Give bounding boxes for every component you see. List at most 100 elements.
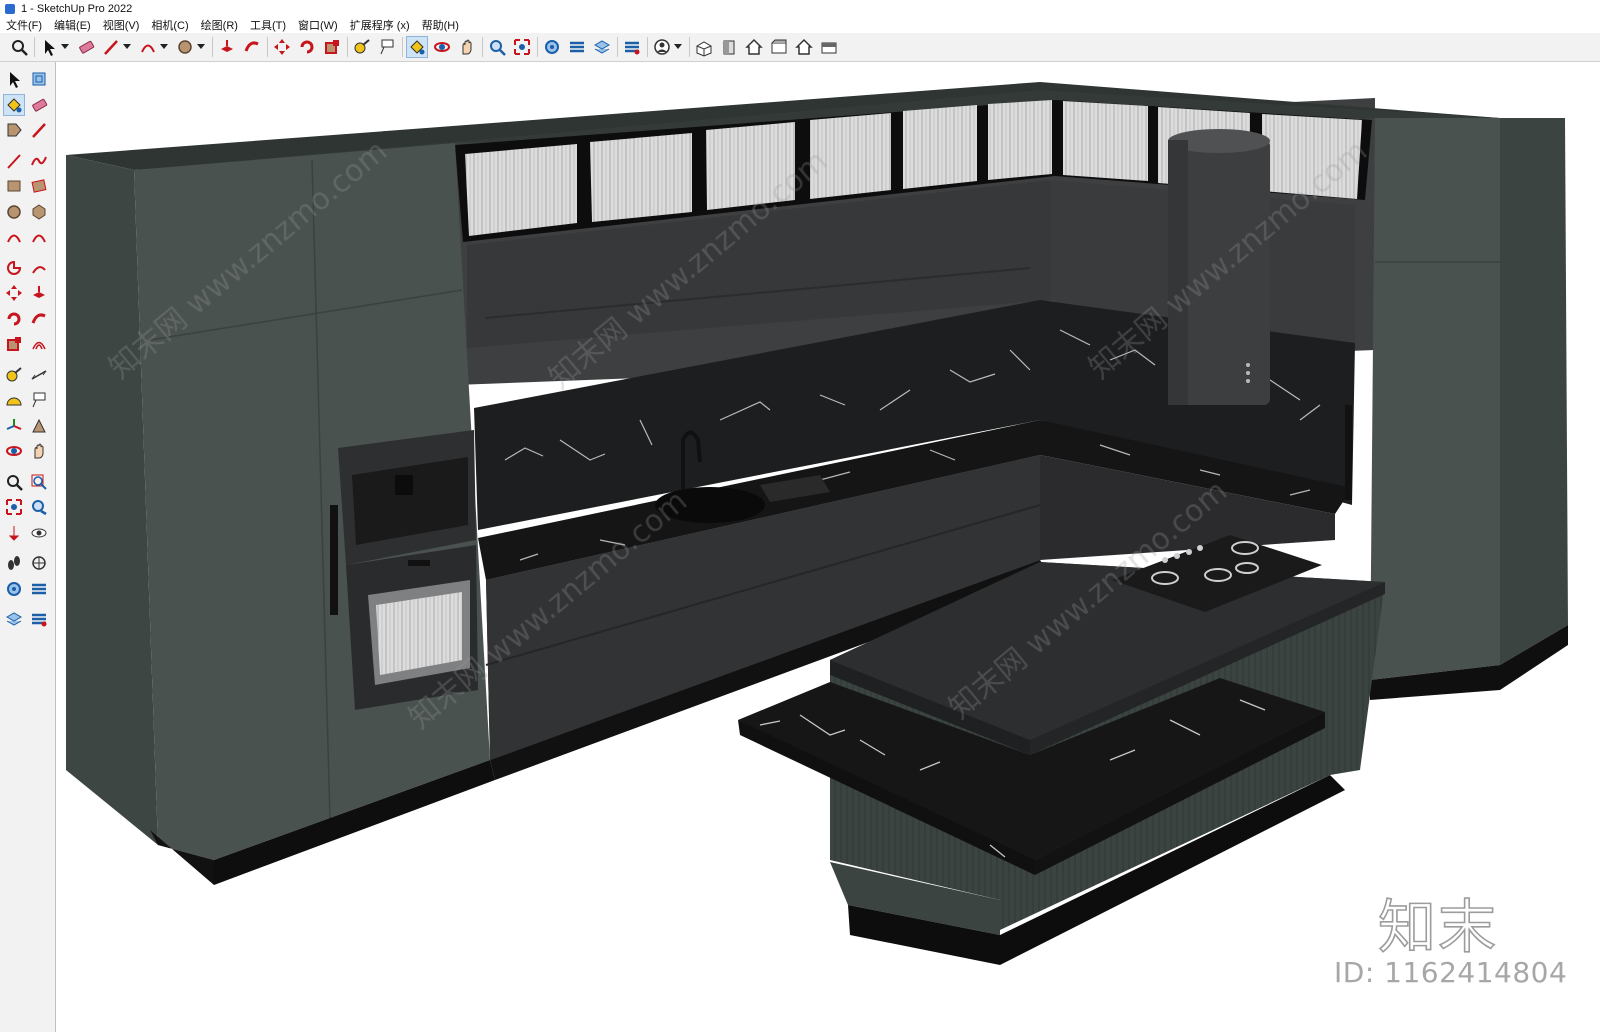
menu-item[interactable]: 编辑(E) [48,17,97,33]
profile-icon[interactable] [651,36,673,58]
rectangle-icon[interactable] [3,175,25,197]
move-icon[interactable] [3,282,25,304]
zoom-icon[interactable] [8,36,30,58]
tags-icon[interactable] [566,36,588,58]
menu-item[interactable]: 窗口(W) [292,17,344,33]
toolbar-separator [617,37,618,57]
pencil-line-icon[interactable] [100,36,122,58]
watermark-id: ID: 1162414804 [1334,956,1568,989]
toolbar-separator [34,37,35,57]
position-camera-icon[interactable] [3,522,25,544]
model-viewport[interactable]: 知末网 www.znzmo.com 知末网 www.znzmo.com 知末网 … [56,62,1600,1032]
menu-item[interactable]: 绘图(R) [195,17,244,33]
watermark-logo: 知末 [1377,892,1499,962]
zoom-extents-icon[interactable] [511,36,533,58]
pie-icon[interactable] [3,257,25,279]
right-cabinet-handle [1345,405,1352,500]
tape-measure-icon[interactable] [351,36,373,58]
menu-item[interactable]: 工具(T) [244,17,292,33]
rotated-rectangle-icon[interactable] [28,175,50,197]
push-pull-icon[interactable] [216,36,238,58]
select-icon[interactable] [38,36,60,58]
scale-icon[interactable] [321,36,343,58]
arc-icon[interactable] [137,36,159,58]
previous-view-icon[interactable] [28,496,50,518]
dropdown-arrow-icon[interactable] [674,44,682,49]
orbit-icon[interactable] [3,440,25,462]
kitchen-model: 知末网 www.znzmo.com 知末网 www.znzmo.com 知末网 … [66,82,1568,965]
toolbar-separator [647,37,648,57]
dropdown-arrow-icon[interactable] [123,44,131,49]
home-view-icon[interactable] [743,36,765,58]
left-view-icon[interactable] [818,36,840,58]
dropdown-arrow-icon[interactable] [160,44,168,49]
top-toolbar [0,33,1600,62]
text-label-icon[interactable] [376,36,398,58]
dropdown-arrow-icon[interactable] [61,44,69,49]
menu-item[interactable]: 视图(V) [97,17,146,33]
tag-tool-icon[interactable] [3,119,25,141]
look-around-icon[interactable] [28,522,50,544]
dropdown-arrow-icon[interactable] [197,44,205,49]
protractor-icon[interactable] [3,389,25,411]
left-toolbar [0,62,56,1032]
text-icon[interactable] [28,389,50,411]
rotate-icon[interactable] [296,36,318,58]
back-view-icon[interactable] [793,36,815,58]
circle-icon[interactable] [3,201,25,223]
scale-icon[interactable] [3,333,25,355]
zoom-window-icon[interactable] [28,471,50,493]
menu-item[interactable]: 扩展程序 (x) [344,17,416,33]
toolbar-separator [537,37,538,57]
section-plane-icon[interactable] [28,552,50,574]
follow-me-icon[interactable] [241,36,263,58]
circle-icon[interactable] [174,36,196,58]
styles-icon[interactable] [621,36,643,58]
move-icon[interactable] [271,36,293,58]
tags-icon[interactable] [28,578,50,600]
make-component-icon[interactable] [28,68,50,90]
walk-icon[interactable] [3,552,25,574]
rotate-icon[interactable] [3,308,25,330]
toolbar-separator [212,37,213,57]
pan-icon[interactable] [28,440,50,462]
menu-item[interactable]: 帮助(H) [416,17,465,33]
iso-view-icon[interactable] [693,36,715,58]
outliner-icon[interactable] [541,36,563,58]
orbit-icon[interactable] [431,36,453,58]
menu-bar: 文件(F) 编辑(E) 视图(V) 相机(C) 绘图(R) 工具(T) 窗口(W) 扩展程序 … [0,17,1600,33]
layers-icon[interactable] [3,608,25,630]
two-point-arc-icon[interactable] [28,226,50,248]
zoom-tool-icon[interactable] [486,36,508,58]
pencil-icon[interactable] [28,119,50,141]
toolbar-separator [347,37,348,57]
dimension-icon[interactable] [28,364,50,386]
pan-icon[interactable] [456,36,478,58]
outliner-icon[interactable] [3,578,25,600]
styles-icon[interactable] [28,608,50,630]
push-pull-icon[interactable] [28,282,50,304]
tape-measure-icon[interactable] [3,364,25,386]
offset-icon[interactable] [28,333,50,355]
eraser-icon[interactable] [28,94,50,116]
line-icon[interactable] [3,150,25,172]
three-point-arc-icon[interactable] [28,257,50,279]
polygon-icon[interactable] [28,201,50,223]
right-view-icon[interactable] [768,36,790,58]
zoom-extents-icon[interactable] [3,496,25,518]
zoom-icon[interactable] [3,471,25,493]
layers-icon[interactable] [591,36,613,58]
menu-item[interactable]: 相机(C) [145,17,194,33]
3d-text-icon[interactable] [28,415,50,437]
axes-icon[interactable] [3,415,25,437]
front-view-icon[interactable] [718,36,740,58]
follow-me-icon[interactable] [28,308,50,330]
menu-item[interactable]: 文件(F) [0,17,48,33]
select-icon[interactable] [3,68,25,90]
eraser-icon[interactable] [75,36,97,58]
paint-bucket-icon[interactable] [3,93,25,116]
tall-cabinet-handle [330,505,338,615]
paint-bucket-icon[interactable] [406,36,428,58]
arc-icon[interactable] [3,226,25,248]
freehand-icon[interactable] [28,150,50,172]
